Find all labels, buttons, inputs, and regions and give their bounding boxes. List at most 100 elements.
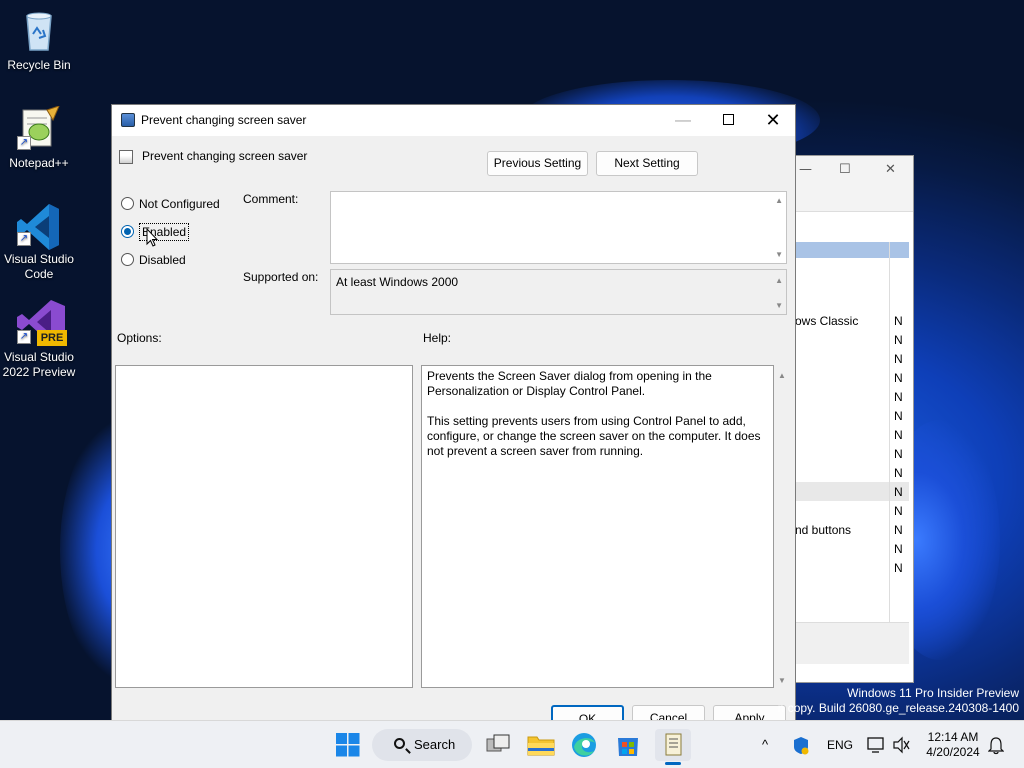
list-item-state: N bbox=[894, 542, 903, 556]
scroll-up-icon[interactable]: ▲ bbox=[775, 196, 783, 205]
comment-label: Comment: bbox=[243, 192, 299, 206]
taskbar-search-box[interactable]: Search bbox=[372, 729, 472, 761]
radio-button[interactable] bbox=[121, 197, 134, 211]
list-item[interactable]: N bbox=[795, 540, 907, 559]
list-item[interactable]: N bbox=[795, 388, 907, 407]
shortcut-arrow-icon: ↗ bbox=[17, 232, 31, 246]
radio-button[interactable] bbox=[121, 253, 134, 267]
show-hidden-icons-button[interactable]: ^ bbox=[762, 721, 768, 768]
list-item-state: N bbox=[894, 561, 903, 575]
search-label: Search bbox=[414, 737, 456, 752]
list-item[interactable]: N bbox=[795, 350, 907, 369]
list-item-state: N bbox=[894, 428, 903, 442]
list-item-state: N bbox=[894, 447, 903, 461]
list-item-state: N bbox=[894, 333, 903, 347]
radio-label: Disabled bbox=[139, 253, 186, 267]
radio-button-selected[interactable] bbox=[121, 225, 134, 239]
volume-tray-button[interactable] bbox=[892, 721, 910, 768]
dialog-titlebar[interactable]: Prevent changing screen saver — ✕ bbox=[112, 105, 795, 136]
minimize-button[interactable]: — bbox=[660, 105, 706, 136]
background-window-titlebar[interactable]: — ☐ ✕ bbox=[781, 156, 913, 186]
edge-icon bbox=[572, 733, 596, 757]
watermark-build: n copy. Build 26080.ge_release.240308-14… bbox=[777, 701, 1019, 715]
visual-studio-preview-icon: PRE ↗ bbox=[17, 300, 67, 346]
policy-editor-icon bbox=[121, 113, 135, 127]
list-item[interactable]: N bbox=[795, 559, 907, 578]
radio-label: Not Configured bbox=[139, 197, 220, 211]
mouse-pointer-icon bbox=[146, 228, 158, 247]
scroll-down-icon[interactable]: ▼ bbox=[775, 250, 783, 259]
list-item-state: N bbox=[894, 390, 903, 404]
comment-value bbox=[331, 192, 786, 200]
desktop-icon-visual-studio-preview[interactable]: PRE ↗ Visual Studio 2022 Preview bbox=[0, 300, 78, 380]
supported-on-label: Supported on: bbox=[243, 270, 319, 284]
list-item-state: N bbox=[894, 523, 903, 537]
supported-on-textbox[interactable]: At least Windows 2000 ▲ ▼ bbox=[330, 269, 787, 315]
background-window[interactable]: — ☐ ✕ ows Classic N N N N N N N N N N Nnd buttons N N… bbox=[780, 155, 914, 683]
help-label: Help: bbox=[423, 331, 452, 345]
scroll-down-icon[interactable]: ▼ bbox=[775, 301, 783, 310]
bell-icon bbox=[987, 737, 1005, 755]
notepad-plus-plus-icon: ↗ bbox=[17, 105, 61, 150]
build-watermark: Windows 11 Pro Insider Preview n copy. B… bbox=[778, 686, 1019, 716]
help-scroll-up-icon[interactable]: ▲ bbox=[778, 371, 792, 380]
close-button[interactable]: ✕ bbox=[750, 105, 796, 136]
security-tray-button[interactable] bbox=[792, 721, 810, 768]
desktop-icon-recycle-bin[interactable]: Recycle Bin bbox=[0, 8, 78, 73]
vscode-icon: ↗ bbox=[17, 202, 61, 250]
notifications-button[interactable] bbox=[987, 721, 1005, 768]
language-indicator[interactable]: ENG bbox=[827, 721, 853, 768]
desktop-icon-vscode[interactable]: ↗ Visual Studio Code bbox=[0, 202, 78, 282]
maximize-button[interactable] bbox=[705, 105, 751, 136]
file-explorer-button[interactable] bbox=[523, 729, 559, 761]
list-item[interactable]: ows Classic N bbox=[795, 312, 907, 331]
list-item[interactable]: N bbox=[795, 407, 907, 426]
maximize-icon[interactable]: ☐ bbox=[839, 162, 851, 177]
list-item[interactable]: N bbox=[795, 464, 907, 483]
notepad-scroll-icon bbox=[665, 733, 682, 756]
speaker-muted-icon bbox=[893, 736, 910, 754]
help-panel: Prevents the Screen Saver dialog from op… bbox=[421, 365, 774, 688]
start-button[interactable] bbox=[330, 729, 366, 761]
shield-icon bbox=[794, 737, 809, 755]
desktop-icon-notepad-plus-plus[interactable]: ↗ Notepad++ bbox=[0, 105, 78, 171]
comment-textbox[interactable]: ▲ ▼ bbox=[330, 191, 787, 264]
dialog-title: Prevent changing screen saver bbox=[141, 113, 307, 127]
list-item-state: N bbox=[894, 352, 903, 366]
list-item-text: nd buttons bbox=[795, 523, 852, 537]
shortcut-arrow-icon: ↗ bbox=[17, 330, 31, 344]
list-item[interactable]: N bbox=[795, 445, 907, 464]
list-item[interactable]: N bbox=[795, 369, 907, 388]
list-item-state: N bbox=[894, 371, 903, 385]
help-scroll-down-icon[interactable]: ▼ bbox=[778, 676, 792, 685]
next-setting-button[interactable]: Next Setting bbox=[596, 151, 698, 176]
list-item-text: ows Classic bbox=[795, 314, 859, 328]
store-button[interactable] bbox=[610, 729, 646, 761]
background-window-list: ows Classic N N N N N N N N N N Nnd buttons N N N bbox=[795, 312, 907, 578]
minimize-icon[interactable]: — bbox=[799, 162, 812, 177]
desktop-icon-label: Recycle Bin bbox=[7, 58, 71, 72]
list-item[interactable]: N bbox=[795, 426, 907, 445]
watermark-edition: Windows 11 Pro Insider Preview bbox=[847, 686, 1019, 700]
group-policy-editor-taskbar-button[interactable] bbox=[655, 729, 691, 761]
search-icon bbox=[394, 738, 405, 749]
radio-not-configured[interactable]: Not Configured bbox=[121, 196, 220, 214]
edge-browser-button[interactable] bbox=[566, 729, 602, 761]
taskbar-clock[interactable]: 12:14 AM 4/20/2024 bbox=[918, 730, 988, 760]
radio-disabled[interactable]: Disabled bbox=[121, 252, 186, 270]
close-icon[interactable]: ✕ bbox=[885, 162, 896, 177]
store-icon bbox=[618, 738, 638, 756]
network-tray-button[interactable] bbox=[866, 721, 886, 768]
previous-setting-button[interactable]: Previous Setting bbox=[487, 151, 588, 176]
list-item[interactable]: N bbox=[795, 483, 907, 502]
scroll-up-icon[interactable]: ▲ bbox=[775, 276, 783, 285]
list-item[interactable]: N bbox=[795, 331, 907, 350]
list-item-state: N bbox=[894, 409, 903, 423]
maximize-icon bbox=[722, 113, 734, 125]
list-item[interactable]: nd buttons N bbox=[795, 521, 907, 540]
task-view-button[interactable] bbox=[480, 729, 516, 761]
preview-badge: PRE bbox=[37, 330, 67, 346]
policy-setting-dialog[interactable]: Prevent changing screen saver — ✕ Preven… bbox=[111, 104, 796, 727]
task-view-icon bbox=[486, 734, 510, 752]
list-item[interactable]: N bbox=[795, 502, 907, 521]
